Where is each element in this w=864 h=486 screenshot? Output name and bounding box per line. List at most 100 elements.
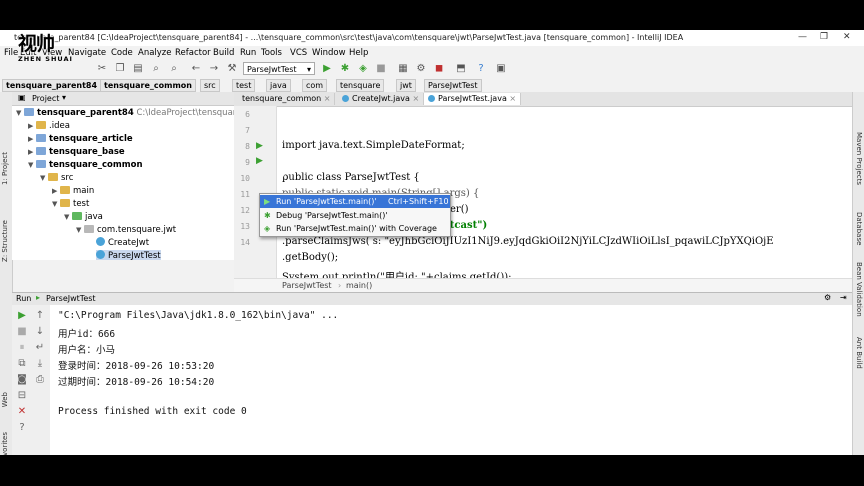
close-icon[interactable]: ✕ xyxy=(16,406,28,418)
favorites-tool-tab[interactable]: 2: Favorites xyxy=(1,432,9,455)
tab-createjwt[interactable]: CreateJwt.java × xyxy=(338,93,425,105)
close-icon[interactable]: × xyxy=(324,94,331,103)
web-tool-tab[interactable]: Web xyxy=(1,392,9,407)
scroll-to-end-icon[interactable]: ⤓ xyxy=(34,358,46,370)
crumb-class[interactable]: ParseJwtTest xyxy=(282,281,332,290)
coverage-main-menu-item[interactable]: ◈ Run 'ParseJwtTest.main()' with Coverag… xyxy=(260,222,450,235)
close-icon[interactable]: ✕ xyxy=(843,32,851,42)
menu-help[interactable]: Help xyxy=(349,48,368,58)
ant-build-tool-tab[interactable]: Ant Build xyxy=(855,337,863,369)
hide-panel-icon[interactable]: ⇥ xyxy=(840,293,847,302)
tree-item[interactable]: ▼ java xyxy=(64,211,103,223)
crumb-tensquare[interactable]: tensquare xyxy=(336,79,385,92)
crumb-project[interactable]: tensquare_parent84 xyxy=(2,79,102,92)
settings-icon[interactable]: ⚙ xyxy=(415,63,427,75)
vcs-icon[interactable]: ⬒ xyxy=(455,63,467,75)
pause-icon[interactable]: ⏸ xyxy=(16,342,28,354)
debug-icon[interactable]: ✱ xyxy=(339,63,351,75)
code-line[interactable]: er() xyxy=(450,204,469,215)
run-gutter-icon[interactable]: ▶ xyxy=(256,141,263,151)
menu-refactor[interactable]: Refactor xyxy=(175,48,211,58)
stop-icon[interactable]: ■ xyxy=(16,326,28,338)
scroll-up-icon[interactable]: ↑ xyxy=(34,310,46,322)
tree-item[interactable]: ▶ main xyxy=(52,185,94,197)
soft-wrap-icon[interactable]: ↵ xyxy=(34,342,46,354)
console-output[interactable]: "C:\Program Files\Java\jdk1.8.0_162\bin\… xyxy=(50,305,852,455)
structure-tool-tab[interactable]: Z: Structure xyxy=(1,220,9,262)
find-icon[interactable]: ⌕ xyxy=(150,63,162,75)
project-view-select[interactable]: Project xyxy=(32,94,59,103)
run-main-menu-item[interactable]: ▶ Run 'ParseJwtTest.main()' Ctrl+Shift+F… xyxy=(260,195,450,208)
tree-item-selected[interactable]: ParseJwtTest xyxy=(96,250,161,260)
tree-item-label: .idea xyxy=(49,121,70,131)
project-tool-tab[interactable]: 1: Project xyxy=(1,152,9,185)
crumb-jwt[interactable]: jwt xyxy=(396,79,416,92)
run-config-select[interactable]: ParseJwtTest ▾ xyxy=(243,62,315,75)
back-icon[interactable]: ← xyxy=(190,63,202,75)
minimize-icon[interactable]: — xyxy=(798,32,807,42)
crumb-file[interactable]: ParseJwtTest xyxy=(424,79,482,92)
camera-icon[interactable]: ◙ xyxy=(16,374,28,386)
help-icon[interactable]: ? xyxy=(475,63,487,75)
tree-item[interactable]: CreateJwt xyxy=(96,237,149,249)
forward-icon[interactable]: → xyxy=(208,63,220,75)
copy-icon[interactable]: ❐ xyxy=(114,63,126,75)
tree-item[interactable]: ▼ src xyxy=(40,172,73,184)
crumb-com[interactable]: com xyxy=(302,79,328,92)
maximize-icon[interactable]: ❐ xyxy=(820,32,828,42)
maven-tool-tab[interactable]: Maven Projects xyxy=(855,132,863,185)
menu-run[interactable]: Run xyxy=(240,48,256,58)
code-line[interactable]: public class ParseJwtTest { xyxy=(282,172,420,183)
clear-icon[interactable]: ⊟ xyxy=(16,390,28,402)
close-icon[interactable]: × xyxy=(412,94,419,103)
cut-icon[interactable]: ✂ xyxy=(96,63,108,75)
coverage-icon[interactable]: ◈ xyxy=(357,63,369,75)
database-tool-tab[interactable]: Database xyxy=(855,212,863,245)
stop-icon[interactable]: ■ xyxy=(375,63,387,75)
tree-item[interactable]: ▼ tensquare_common xyxy=(28,159,143,171)
build-icon[interactable]: ⚒ xyxy=(226,63,238,75)
paste-icon[interactable]: ▤ xyxy=(132,63,144,75)
menu-build[interactable]: Build xyxy=(213,48,234,58)
run-tab[interactable]: ParseJwtTest xyxy=(46,294,96,303)
close-icon[interactable]: × xyxy=(509,94,516,103)
project-structure-icon[interactable]: ▦ xyxy=(397,63,409,75)
tree-item[interactable]: ▼ com.tensquare.jwt xyxy=(76,224,176,236)
code-line[interactable]: .parseClaimsJws( s: "eyJhbGciOiJIUzI1NiJ… xyxy=(282,236,774,247)
menu-tools[interactable]: Tools xyxy=(261,48,282,58)
menu-code[interactable]: Code xyxy=(111,48,133,58)
run-gutter-icon[interactable]: ▶ xyxy=(256,156,263,166)
crumb-src[interactable]: src xyxy=(200,79,220,92)
tree-item[interactable]: ▶ tensquare_article xyxy=(28,133,133,145)
menu-analyze[interactable]: Analyze xyxy=(138,48,172,58)
print-icon[interactable]: ⎙ xyxy=(34,374,46,386)
editor-breadcrumb: ParseJwtTest › main() xyxy=(234,278,852,293)
crumb-method[interactable]: main() xyxy=(346,281,372,290)
replace-icon[interactable]: ⌕ xyxy=(168,63,180,75)
debug-main-menu-item[interactable]: ✱ Debug 'ParseJwtTest.main()' xyxy=(260,209,450,222)
code-line[interactable]: .getBody(); xyxy=(282,252,338,263)
code-line[interactable]: import java.text.SimpleDateFormat; xyxy=(282,140,465,151)
menu-window[interactable]: Window xyxy=(312,48,346,58)
gear-icon[interactable]: ⚙ xyxy=(824,293,831,302)
tree-item[interactable]: ▶ tensquare_base xyxy=(28,146,125,158)
code-line[interactable]: System.out.println("用户id: "+claims.getId… xyxy=(282,268,512,278)
crumb-test[interactable]: test xyxy=(232,79,256,92)
tree-item[interactable]: ▼ test xyxy=(52,198,89,210)
run-icon[interactable]: ▶ xyxy=(321,63,333,75)
scroll-down-icon[interactable]: ↓ xyxy=(34,326,46,338)
menu-vcs[interactable]: VCS xyxy=(290,48,307,58)
restore-layout-icon[interactable]: ⧉ xyxy=(16,358,28,370)
bean-validation-tool-tab[interactable]: Bean Validation xyxy=(855,262,863,317)
help-icon[interactable]: ? xyxy=(16,422,28,434)
rerun-icon[interactable]: ▶ xyxy=(16,310,28,322)
tree-item[interactable]: ▶ .idea xyxy=(28,120,70,132)
crumb-java[interactable]: java xyxy=(266,79,291,92)
sdk-icon[interactable]: ◼ xyxy=(433,63,445,75)
code-line[interactable]: itcast") xyxy=(446,220,487,231)
menu-file[interactable]: File xyxy=(4,48,18,58)
tab-parsejwttest[interactable]: ParseJwtTest.java × xyxy=(424,93,522,105)
search-everywhere-icon[interactable]: ▣ xyxy=(495,63,507,75)
crumb-module[interactable]: tensquare_common xyxy=(100,79,196,92)
tab-module[interactable]: tensquare_common × xyxy=(238,93,336,105)
